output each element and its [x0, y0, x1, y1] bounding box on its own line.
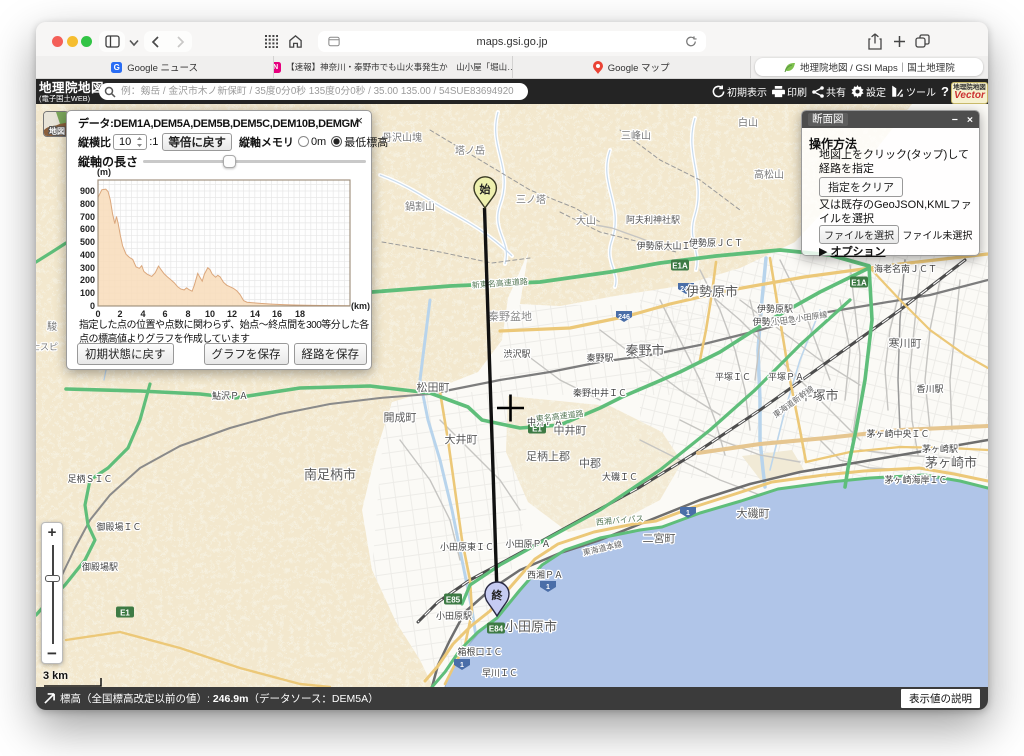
- svg-text:渋沢駅: 渋沢駅: [503, 348, 530, 359]
- svg-text:西湘ＰＡ: 西湘ＰＡ: [527, 569, 563, 580]
- svg-text:200: 200: [80, 275, 95, 285]
- svg-text:高松山: 高松山: [754, 168, 784, 181]
- svg-text:18: 18: [295, 309, 305, 319]
- svg-text:秦野盆地: 秦野盆地: [488, 309, 532, 323]
- svg-text:大磯町: 大磯町: [737, 506, 770, 520]
- svg-text:中郡: 中郡: [579, 457, 601, 470]
- svg-text:秦野駅: 秦野駅: [586, 352, 613, 363]
- svg-text:246: 246: [618, 314, 630, 321]
- svg-text:秦野市: 秦野市: [625, 343, 664, 358]
- svg-text:900: 900: [80, 186, 95, 196]
- svg-text:海老名南ＪＣＴ: 海老名南ＪＣＴ: [874, 263, 937, 274]
- svg-text:南足柄市: 南足柄市: [304, 467, 356, 482]
- svg-text:茅ヶ崎市: 茅ヶ崎市: [925, 455, 977, 470]
- svg-text:秦野中井ＩＣ: 秦野中井ＩＣ: [573, 387, 627, 398]
- svg-text:0: 0: [90, 301, 95, 311]
- svg-text:阿夫利神社駅: 阿夫利神社駅: [626, 214, 680, 225]
- svg-text:平塚ＩＣ: 平塚ＩＣ: [715, 372, 751, 382]
- svg-text:御殿場駅: 御殿場駅: [82, 561, 118, 572]
- svg-text:700: 700: [80, 212, 95, 222]
- svg-text:E1: E1: [120, 609, 130, 618]
- svg-text:三ノ塔: 三ノ塔: [516, 193, 546, 206]
- svg-text:E1A: E1A: [851, 279, 867, 288]
- svg-text:平塚ＰＡ: 平塚ＰＡ: [768, 372, 804, 382]
- svg-text:E84: E84: [489, 625, 504, 634]
- svg-text:塔ノ岳: 塔ノ岳: [455, 144, 485, 157]
- svg-text:300: 300: [80, 263, 95, 273]
- svg-text:600: 600: [80, 224, 95, 234]
- svg-text:小田原駅: 小田原駅: [436, 611, 472, 621]
- svg-text:始: 始: [480, 182, 491, 196]
- svg-text:2: 2: [117, 309, 122, 319]
- svg-text:白山: 白山: [738, 116, 758, 129]
- svg-text:早川ＩＣ: 早川ＩＣ: [482, 668, 518, 678]
- svg-text:駿: 駿: [47, 320, 57, 333]
- svg-text:4: 4: [140, 309, 145, 319]
- svg-text:茅ヶ崎中央ＩＣ: 茅ヶ崎中央ＩＣ: [866, 428, 929, 439]
- svg-text:鍋割山: 鍋割山: [405, 200, 435, 213]
- svg-text:開成町: 開成町: [384, 411, 417, 424]
- svg-text:御殿場ＩＣ: 御殿場ＩＣ: [96, 521, 141, 532]
- svg-text:大磯ＩＣ: 大磯ＩＣ: [602, 471, 638, 482]
- svg-text:富士スピ: 富士スピ: [36, 341, 58, 352]
- svg-text:E1A: E1A: [672, 262, 688, 271]
- svg-text:地図: 地図: [49, 126, 65, 136]
- svg-text:小田原市: 小田原市: [505, 619, 557, 634]
- svg-text:10: 10: [205, 309, 215, 319]
- svg-text:小田原ＰＡ: 小田原ＰＡ: [505, 539, 550, 549]
- svg-text:松田町: 松田町: [417, 380, 450, 394]
- svg-text:大山: 大山: [576, 214, 596, 227]
- svg-text:茅ヶ崎駅: 茅ヶ崎駅: [922, 443, 958, 454]
- svg-text:大井町: 大井町: [445, 432, 478, 446]
- svg-text:足柄ＳＩＣ: 足柄ＳＩＣ: [67, 473, 112, 484]
- svg-text:伊勢原駅: 伊勢原駅: [757, 303, 793, 314]
- svg-text:1: 1: [460, 662, 464, 669]
- svg-text:伊勢原ＪＣＴ: 伊勢原ＪＣＴ: [689, 237, 743, 248]
- svg-text:香川駅: 香川駅: [916, 384, 943, 394]
- svg-text:100: 100: [80, 288, 95, 298]
- svg-text:1: 1: [546, 584, 550, 591]
- svg-text:1: 1: [686, 510, 690, 517]
- svg-text:0: 0: [95, 309, 100, 319]
- svg-text:12: 12: [227, 309, 237, 319]
- svg-text:500: 500: [80, 237, 95, 247]
- svg-text:足柄上郡: 足柄上郡: [526, 450, 570, 463]
- svg-text:三峰山: 三峰山: [621, 130, 651, 142]
- svg-text:二宮町: 二宮町: [643, 531, 676, 545]
- svg-text:16: 16: [272, 309, 282, 319]
- svg-text:14: 14: [250, 309, 260, 319]
- svg-text:小田原東ＩＣ: 小田原東ＩＣ: [440, 541, 494, 552]
- svg-text:800: 800: [80, 199, 95, 209]
- svg-text:8: 8: [185, 309, 190, 319]
- svg-text:寒川町: 寒川町: [889, 336, 922, 350]
- svg-text:6: 6: [162, 309, 167, 319]
- svg-text:鮎沢ＰＡ: 鮎沢ＰＡ: [212, 390, 248, 401]
- svg-text:E85: E85: [446, 596, 461, 605]
- svg-text:400: 400: [80, 250, 95, 260]
- svg-text:伊勢原市: 伊勢原市: [686, 284, 738, 299]
- svg-text:茅ヶ崎海岸ＩＣ: 茅ヶ崎海岸ＩＣ: [884, 474, 947, 485]
- svg-text:(km): (km): [351, 301, 370, 311]
- svg-text:箱根口ＩＣ: 箱根口ＩＣ: [457, 646, 502, 657]
- svg-text:終: 終: [492, 588, 504, 602]
